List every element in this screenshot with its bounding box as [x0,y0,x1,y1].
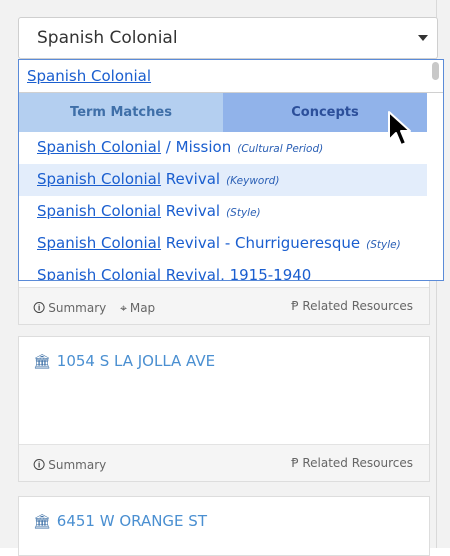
result-card[interactable]: 🏛 6451 W ORANGE ST [18,496,430,556]
option-type: (Style) [226,207,261,219]
option-term: Spanish Colonial [37,266,162,280]
summary-link[interactable]: Summary [48,301,106,315]
map-marker-icon: ⌖ [120,301,127,315]
related-resources-link[interactable]: Related Resources [302,299,413,313]
scrollbar-thumb[interactable] [432,62,439,80]
concept-option[interactable]: Spanish Colonial Revival, 1915-1940 [19,260,427,280]
option-term: Spanish Colonial [37,138,162,156]
search-results-panel: 🛈 Summary ⌖ Map Ᵽ Related Resources 🏛 1054 … [0,0,450,556]
info-icon: 🛈 [33,301,46,315]
option-rest: Revival [161,170,221,188]
concept-results-list: Spanish Colonial / Mission (Cultural Peri… [19,132,427,280]
term-filter-select[interactable]: Spanish Colonial [18,17,438,59]
option-rest: / Mission [161,138,232,156]
search-term-option[interactable]: Spanish Colonial [27,67,151,85]
related-resources-link[interactable]: Related Resources [302,456,413,470]
select-value: Spanish Colonial [37,28,178,48]
option-term: Spanish Colonial [37,170,162,188]
dropdown-tabs: Term Matches Concepts [19,93,427,132]
chevron-down-icon[interactable] [418,35,428,41]
map-link[interactable]: Map [130,301,155,315]
dropdown-search-row[interactable]: Spanish Colonial [19,60,443,93]
option-type: (Style) [366,239,401,251]
option-rest: Revival, 1915-1940 [161,266,312,280]
concept-option[interactable]: Spanish Colonial Revival - Churrigueresq… [19,228,427,260]
option-type: (Cultural Period) [237,143,324,155]
card-footer: 🛈 Summary ⌖ Map Ᵽ Related Resources [19,287,429,324]
concept-option[interactable]: Spanish Colonial / Mission (Cultural Peri… [19,132,427,164]
related-resources-icon: Ᵽ [291,456,299,470]
option-rest: Revival [161,202,221,220]
result-card[interactable]: 🏛 1054 S LA JOLLA AVE 🛈 Summary Ᵽ Related … [18,336,430,482]
autocomplete-dropdown: Spanish Colonial Term Matches Concepts S… [18,59,444,281]
summary-link[interactable]: Summary [48,458,106,472]
card-footer: 🛈 Summary Ᵽ Related Resources [19,444,429,481]
mouse-cursor-icon [388,111,411,146]
building-icon: 🏛 [33,514,51,530]
option-rest: Revival - Churrigueresque [161,234,361,252]
card-title[interactable]: 1054 S LA JOLLA AVE [57,352,215,370]
building-icon: 🏛 [33,354,51,370]
option-term: Spanish Colonial [37,202,162,220]
tab-term-matches[interactable]: Term Matches [19,93,223,132]
card-title[interactable]: 6451 W ORANGE ST [57,512,207,530]
concept-option[interactable]: Spanish Colonial Revival (Keyword) [19,164,427,196]
option-term: Spanish Colonial [37,234,162,252]
concept-option[interactable]: Spanish Colonial Revival (Style) [19,196,427,228]
info-icon: 🛈 [33,458,46,472]
option-type: (Keyword) [226,175,280,187]
related-resources-icon: Ᵽ [291,299,299,313]
